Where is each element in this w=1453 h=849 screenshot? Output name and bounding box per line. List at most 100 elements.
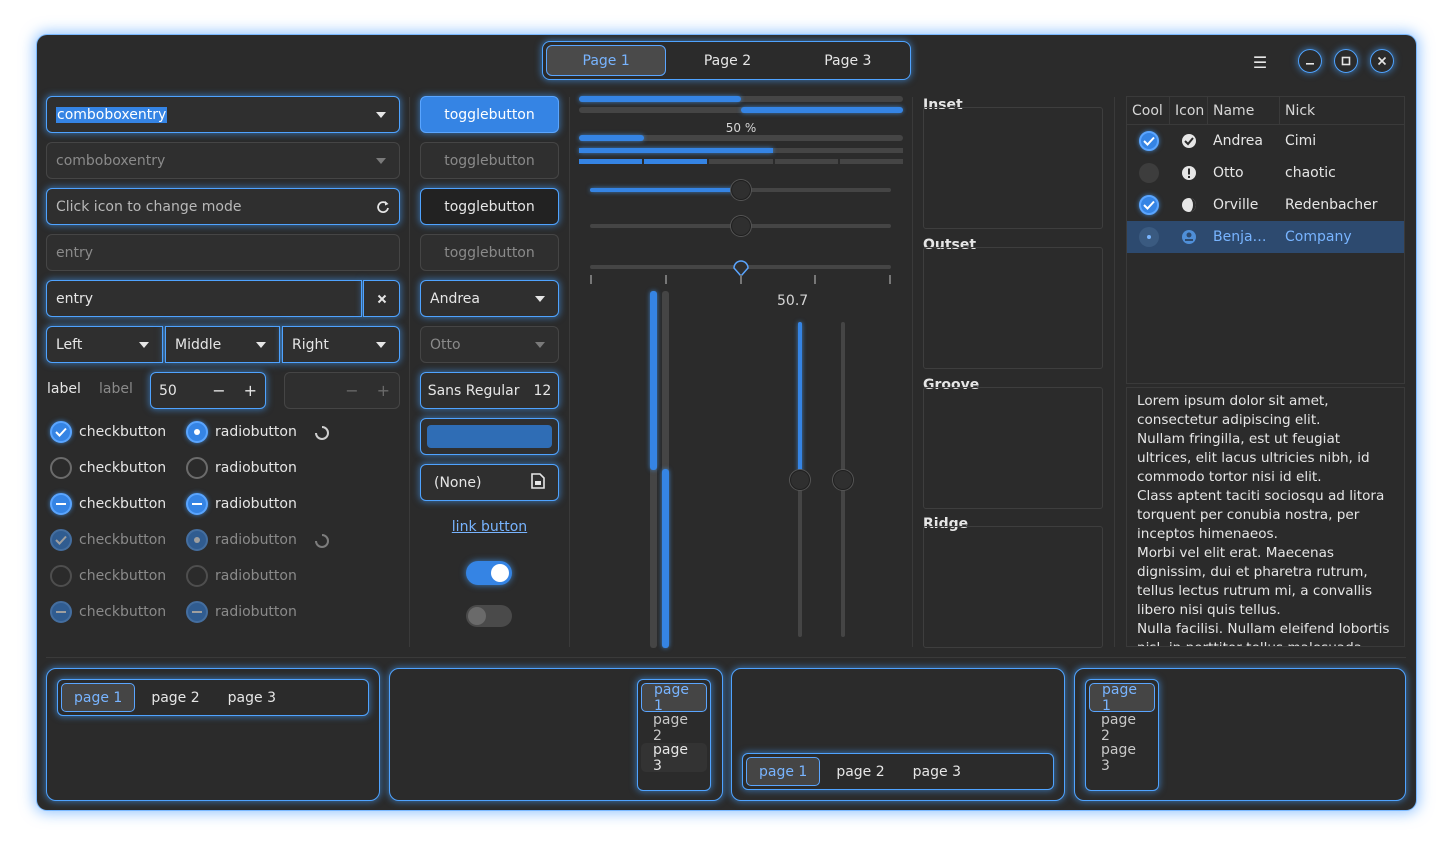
spin-button[interactable]: 50 − +	[150, 372, 266, 409]
table-row[interactable]: Otto chaotic	[1127, 157, 1404, 189]
radiobutton-unchecked[interactable]: radiobutton	[186, 457, 297, 479]
tab-page-2[interactable]: page 2	[1089, 712, 1155, 744]
checkbutton-checked[interactable]: checkbutton	[50, 421, 166, 443]
spinner-icon	[315, 534, 329, 552]
radiobutton-checked[interactable]: radiobutton	[186, 421, 297, 443]
tab-page-3[interactable]: page 3	[641, 742, 707, 774]
checkbutton-unchecked-disabled: checkbutton	[50, 565, 166, 587]
tab-page-1[interactable]: Page 1	[546, 45, 667, 76]
checkbutton-unchecked[interactable]: checkbutton	[50, 457, 166, 479]
progress-bar-small	[579, 135, 903, 141]
column-header-icon[interactable]: Icon	[1170, 97, 1208, 124]
column-header-nick[interactable]: Nick	[1280, 97, 1404, 124]
combo-left[interactable]: Left	[46, 326, 163, 363]
notebook-tabbar: page 1 page 2 page 3	[742, 753, 1054, 790]
exclamation-circle-icon	[1170, 165, 1208, 181]
togglebutton[interactable]: togglebutton	[420, 188, 559, 225]
clear-icon[interactable]	[363, 280, 400, 317]
combo-andrea[interactable]: Andrea	[420, 280, 559, 317]
scale-knob[interactable]	[731, 216, 751, 236]
checkbutton-list: checkbutton checkbutton checkbutton chec…	[50, 421, 166, 623]
tree-view[interactable]: Cool Icon Name Nick Andrea Cimi Otto cha…	[1126, 96, 1405, 384]
spin-button-disabled: − +	[284, 372, 400, 409]
progress-fill	[650, 291, 657, 470]
combo-right[interactable]: Right	[282, 326, 400, 363]
scale-knob[interactable]	[731, 180, 751, 200]
tab-page-2[interactable]: Page 2	[668, 45, 786, 76]
link-button[interactable]: link button	[420, 519, 559, 535]
tab-page-1[interactable]: page 1	[746, 757, 821, 786]
maximize-icon[interactable]	[1334, 49, 1358, 73]
close-icon[interactable]	[1370, 49, 1394, 73]
cool-toggle[interactable]	[1138, 163, 1159, 183]
checkbutton-inconsistent-disabled: checkbutton	[50, 601, 166, 623]
table-row[interactable]: Andrea Cimi	[1127, 125, 1404, 157]
color-button[interactable]	[420, 418, 559, 455]
progress-bar-top	[579, 96, 903, 102]
combo-otto: Otto	[420, 326, 559, 363]
tab-page-2[interactable]: page 2	[641, 712, 707, 744]
combo-middle[interactable]: Middle	[165, 326, 280, 363]
checkbutton-inconsistent[interactable]: checkbutton	[50, 493, 166, 515]
tab-page-1[interactable]: page 1	[61, 683, 136, 712]
label-dim: label	[99, 381, 133, 397]
radiobutton-inconsistent[interactable]: radiobutton	[186, 493, 297, 515]
scale-knob[interactable]	[833, 470, 853, 490]
progress-fill	[579, 96, 741, 102]
vertical-scale-value: 50.7	[777, 293, 809, 309]
entry-field[interactable]: entry	[46, 280, 362, 317]
text-view[interactable]: Lorem ipsum dolor sit amet, consectetur …	[1126, 387, 1405, 647]
notebook-bottom-tabs: page 1 page 2 page 3	[731, 668, 1065, 801]
switch-off[interactable]	[466, 605, 512, 627]
vertical-progress-1	[650, 291, 657, 648]
entry-placeholder[interactable]: entry	[46, 234, 400, 271]
spinner-icon	[315, 426, 329, 444]
mode-entry[interactable]: Click icon to change mode	[46, 188, 400, 225]
tab-page-2[interactable]: page 2	[824, 757, 896, 786]
refresh-icon[interactable]	[376, 200, 390, 214]
comboboxentry-active[interactable]: comboboxentry	[46, 96, 400, 133]
minimize-icon[interactable]	[1298, 49, 1322, 73]
tab-page-3[interactable]: page 3	[1089, 742, 1155, 774]
column-header-cool[interactable]: Cool	[1127, 97, 1170, 124]
tab-page-3[interactable]: page 3	[216, 683, 288, 712]
tab-page-3[interactable]: Page 3	[789, 45, 907, 76]
level-segment	[644, 159, 708, 164]
person-icon	[1170, 229, 1208, 245]
tab-page-3[interactable]: page 3	[901, 757, 973, 786]
tab-page-2[interactable]: page 2	[139, 683, 211, 712]
frame-inset	[923, 107, 1103, 229]
plus-icon[interactable]: +	[244, 381, 257, 400]
level-segment	[839, 159, 904, 164]
notebook-top-tabs: page 1 page 2 page 3	[46, 668, 380, 801]
togglebutton-active[interactable]: togglebutton	[420, 96, 559, 133]
cool-toggle[interactable]	[1138, 227, 1159, 247]
comboboxentry-text[interactable]: comboboxentry	[56, 106, 168, 123]
hamburger-icon[interactable]: ☰	[1250, 52, 1270, 72]
tree-header: Cool Icon Name Nick	[1127, 97, 1404, 125]
switch-on[interactable]	[466, 561, 512, 585]
progress-fill	[741, 107, 903, 113]
tab-page-1[interactable]: page 1	[641, 682, 707, 714]
tab-page-1[interactable]: page 1	[1089, 682, 1155, 714]
notebook-left-tabs: page 1 page 2 page 3	[1074, 668, 1406, 801]
cool-toggle[interactable]	[1138, 195, 1159, 215]
table-row[interactable]: Orville Redenbacher	[1127, 189, 1404, 221]
column-header-name[interactable]: Name	[1208, 97, 1280, 124]
minus-icon[interactable]: −	[212, 381, 225, 400]
level-segment	[709, 159, 773, 164]
font-button[interactable]: Sans Regular 12	[420, 372, 559, 409]
file-chooser-button[interactable]: (None)	[420, 464, 559, 501]
scale-knob[interactable]	[790, 470, 810, 490]
check-circle-icon	[1170, 133, 1208, 149]
chevron-down-icon	[256, 341, 266, 348]
chevron-down-icon[interactable]	[376, 111, 386, 118]
cool-toggle[interactable]	[1138, 131, 1159, 151]
table-row-selected[interactable]: Benja… Company	[1127, 221, 1404, 253]
radiobutton-inconsistent-disabled: radiobutton	[186, 601, 297, 623]
radiobutton-checked-disabled: radiobutton	[186, 529, 297, 551]
separator	[912, 97, 913, 647]
separator	[46, 657, 1406, 658]
checkbutton-checked-disabled: checkbutton	[50, 529, 166, 551]
progress-fill	[662, 469, 669, 648]
